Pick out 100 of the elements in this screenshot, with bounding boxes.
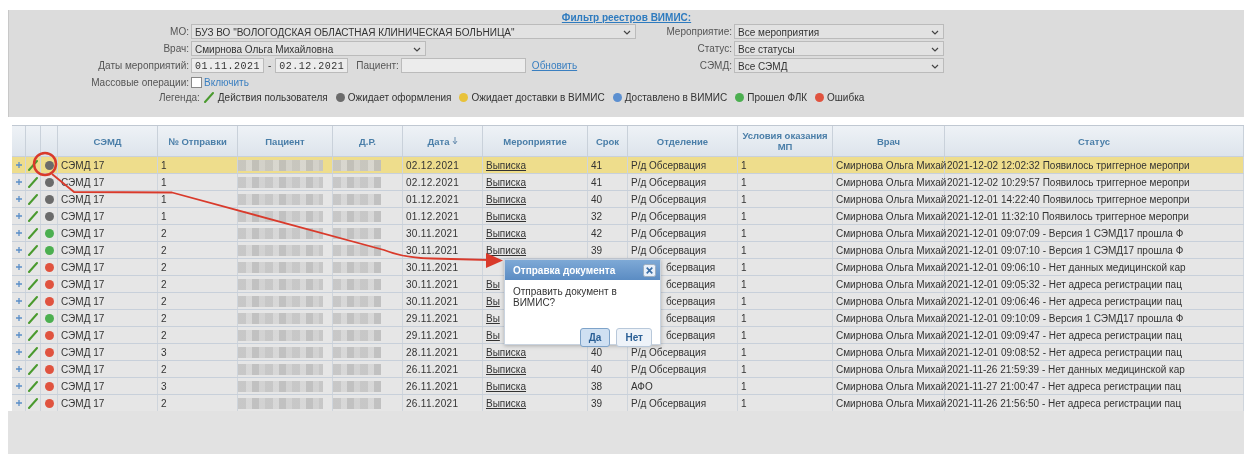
event-link[interactable]: Выписка [486, 193, 526, 205]
event-link[interactable]: Выписка [486, 176, 526, 188]
column-header[interactable]: Пациент [265, 135, 305, 147]
event-link[interactable]: Выписка [486, 244, 526, 256]
event-link[interactable]: Выписка [486, 380, 526, 392]
table-cell: 40 [591, 363, 603, 375]
filter-select[interactable]: Все статусы [734, 41, 944, 56]
event-link[interactable]: Вы [486, 312, 500, 324]
table-cell: СЭМД 17 [61, 346, 105, 358]
column-header[interactable]: Срок [595, 135, 620, 147]
table-row[interactable]: СЭМД 17 2 30.11.2021 Выписка 39 Р/д Обсервация 1 Смирнова Ольга Михай2021-12-01 09:07:10 - Версия 1 СЭМД17 прошла Ф [12, 241, 1244, 258]
date-from-field[interactable]: 01.11.2021 [191, 58, 264, 73]
plus-icon[interactable] [14, 212, 23, 220]
date-to-field[interactable]: 02.12.2021 [275, 58, 349, 73]
table-cell: СЭМД 17 [61, 380, 105, 392]
table-cell: 01.12.2021 [406, 210, 460, 222]
table-row[interactable]: СЭМД 17 3 28.11.2021 Выписка 40 Р/д Обсервация 1 Смирнова Ольга Михай2021-12-01 09:08:52 - Нет адреса регистрации пац [12, 343, 1244, 360]
event-link[interactable]: Выписка [486, 227, 526, 239]
plus-icon[interactable] [14, 263, 23, 271]
table-cell: Р/д Обсервация [631, 176, 707, 188]
table-cell: Смирнова Ольга Михай [836, 397, 947, 409]
column-header[interactable]: Д.Р. [359, 135, 376, 147]
dialog-button[interactable]: Да [579, 328, 611, 347]
pencil-icon[interactable] [27, 329, 39, 341]
table-row[interactable]: СЭМД 17 2 26.11.2021 Выписка 39 Р/д Обсервация 1 Смирнова Ольга Михай2021-11-26 21:56:50 - Нет адреса регистрации пац [12, 394, 1244, 411]
plus-icon[interactable] [14, 382, 23, 390]
table-cell: 1 [161, 210, 167, 222]
pencil-icon[interactable] [27, 380, 39, 392]
event-link[interactable]: Выписка [486, 346, 526, 358]
column-header[interactable]: Отделение [656, 135, 709, 147]
table-row[interactable]: СЭМД 17 2 30.11.2021 Выписка 42 Р/д Обсервация 1 Смирнова Ольга Михай2021-12-01 09:07:09 - Версия 1 СЭМД17 прошла Ф [12, 224, 1244, 241]
pencil-icon[interactable] [27, 346, 39, 358]
plus-icon[interactable] [14, 280, 23, 288]
pencil-icon[interactable] [27, 176, 39, 188]
column-header[interactable]: Дата [427, 135, 450, 147]
table-cell: Смирнова Ольга Михай [836, 227, 947, 239]
column-header[interactable]: Врач [876, 135, 901, 147]
plus-icon[interactable] [14, 314, 23, 322]
pencil-icon[interactable] [27, 210, 39, 222]
pencil-icon[interactable] [27, 312, 39, 324]
plus-icon[interactable] [14, 195, 23, 203]
legend-text: Действия пользователя [217, 91, 328, 103]
pencil-icon[interactable] [27, 278, 39, 290]
plus-icon[interactable] [14, 161, 23, 169]
table-row[interactable]: СЭМД 17 1 01.12.2021 Выписка 32 Р/д Обсервация 1 Смирнова Ольга Михай2021-12-01 11:32:10 Появилось триггерное меропри [12, 207, 1244, 224]
table-cell: 26.11.2021 [406, 380, 459, 392]
plus-icon[interactable] [14, 399, 23, 407]
table-cell: 1 [741, 397, 747, 409]
pixelated-redaction [333, 227, 382, 239]
mo-select[interactable]: БУЗ ВО "ВОЛОГОДСКАЯ ОБЛАСТНАЯ КЛИНИЧЕСКАЯ БОЛЬНИЦА" [191, 24, 636, 39]
column-header[interactable]: Условия оказания МП [738, 130, 832, 152]
column-header[interactable]: № Отправки [168, 135, 227, 147]
event-link[interactable]: Вы [486, 278, 500, 290]
pencil-icon[interactable] [27, 261, 39, 273]
table-cell: 1 [161, 193, 167, 205]
plus-icon[interactable] [14, 331, 23, 339]
patient-field[interactable] [400, 58, 526, 73]
event-link[interactable]: Выписка [486, 210, 526, 222]
table-row[interactable]: СЭМД 17 2 26.11.2021 Выписка 40 Р/д Обсервация 1 Смирнова Ольга Михай2021-11-26 21:59:39 - Нет данных медицинской кар [12, 360, 1244, 377]
table-cell: Р/д Обсервация [631, 210, 707, 222]
table-cell: СЭМД 17 [61, 329, 105, 341]
plus-icon[interactable] [14, 246, 23, 254]
table-cell: 41 [591, 176, 603, 188]
filter-select[interactable]: Все СЭМД [734, 58, 944, 73]
plus-icon[interactable] [14, 178, 23, 186]
checkbox[interactable] [191, 76, 202, 88]
table-row[interactable]: СЭМД 17 1 02.12.2021 Выписка 41 Р/д Обсервация 1 Смирнова Ольга Михай2021-12-02 10:29:57 Появилось триггерное меропри [12, 173, 1244, 190]
dates-label: Даты мероприятий: [97, 60, 189, 71]
doctor-select[interactable]: Смирнова Ольга Михайловна [191, 41, 426, 56]
filter-select[interactable]: Все мероприятия [734, 24, 944, 39]
column-header[interactable]: СЭМД [93, 135, 122, 147]
table-cell: Смирнова Ольга Михай [836, 210, 947, 222]
pencil-icon[interactable] [27, 227, 39, 239]
pencil-icon[interactable] [27, 363, 39, 375]
table-cell: 2021-12-01 09:07:10 - Версия 1 СЭМД17 прошла Ф [947, 244, 1184, 256]
pencil-icon[interactable] [27, 159, 39, 171]
event-link[interactable]: Вы [486, 329, 500, 341]
event-link[interactable]: Вы [486, 295, 500, 307]
dialog-button[interactable]: Нет [616, 328, 652, 347]
table-cell: 1 [741, 176, 747, 188]
column-header[interactable]: Статус [1078, 135, 1110, 147]
table-row[interactable]: СЭМД 17 1 02.12.2021 Выписка 41 Р/д Обсервация 1 Смирнова Ольга Михай2021-12-02 12:02:32 Появилось триггерное меропри [12, 156, 1244, 173]
plus-icon[interactable] [14, 297, 23, 305]
table-cell: Р/д Обсервация [631, 397, 707, 409]
pencil-icon[interactable] [27, 397, 39, 409]
plus-icon[interactable] [14, 365, 23, 373]
plus-icon[interactable] [14, 229, 23, 237]
legend-text: Прошел ФЛК [747, 91, 808, 103]
pencil-icon[interactable] [27, 244, 39, 256]
column-header[interactable]: Мероприятие [503, 135, 567, 147]
table-row[interactable]: СЭМД 17 1 01.12.2021 Выписка 40 Р/д Обсервация 1 Смирнова Ольга Михай2021-12-01 14:22:40 Появилось триггерное меропри [12, 190, 1244, 207]
pencil-icon[interactable] [27, 295, 39, 307]
event-link[interactable]: Выписка [486, 159, 526, 171]
table-row[interactable]: СЭМД 17 3 26.11.2021 Выписка 38 АФО 1 Смирнова Ольга Михай2021-11-27 21:00:47 - Нет адреса регистрации пац [12, 377, 1244, 394]
pencil-icon[interactable] [27, 193, 39, 205]
close-icon[interactable] [643, 263, 656, 277]
pixelated-redaction [333, 244, 382, 256]
event-link[interactable]: Выписка [486, 397, 526, 409]
plus-icon[interactable] [14, 348, 23, 356]
event-link[interactable]: Выписка [486, 363, 526, 375]
